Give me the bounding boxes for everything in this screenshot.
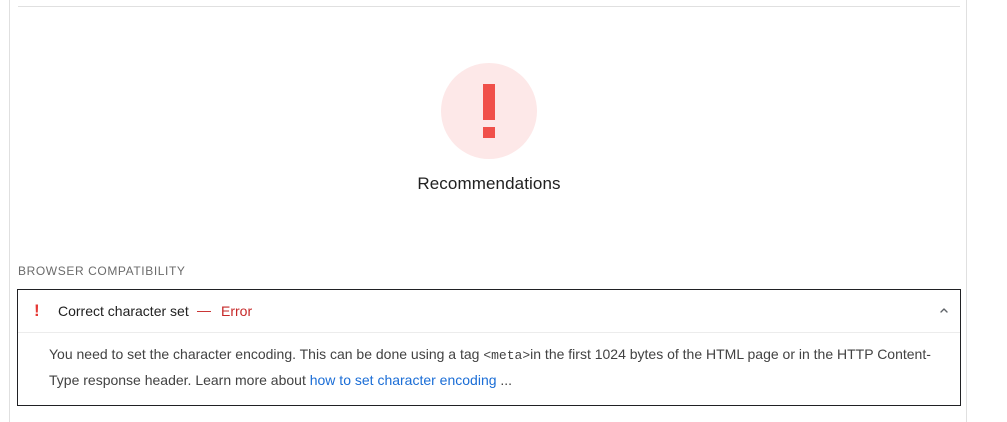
audit-separator: —	[197, 302, 211, 318]
description-text-1: You need to set the character encoding. …	[49, 346, 484, 362]
learn-more-link[interactable]: how to set character encoding	[310, 372, 497, 388]
error-exclamation-icon: !	[34, 301, 40, 320]
audit-description: You need to set the character encoding. …	[49, 342, 949, 392]
chevron-up-icon[interactable]	[938, 304, 950, 316]
top-divider	[18, 6, 960, 7]
audit-item-charset: ! Correct character set — Error You need…	[17, 289, 961, 406]
page: Recommendations BROWSER COMPATIBILITY ! …	[0, 0, 1007, 422]
meta-tag-code: <meta>	[483, 348, 531, 363]
exclamation-icon	[482, 83, 496, 139]
description-ellipsis: ...	[496, 372, 513, 388]
recommendations-gauge	[441, 63, 537, 159]
audit-header[interactable]: ! Correct character set — Error	[18, 290, 960, 333]
audit-title: Correct character set	[58, 303, 189, 319]
section-heading: BROWSER COMPATIBILITY	[18, 264, 186, 278]
audit-status: Error	[221, 303, 253, 319]
gauge-title: Recommendations	[417, 174, 561, 193]
